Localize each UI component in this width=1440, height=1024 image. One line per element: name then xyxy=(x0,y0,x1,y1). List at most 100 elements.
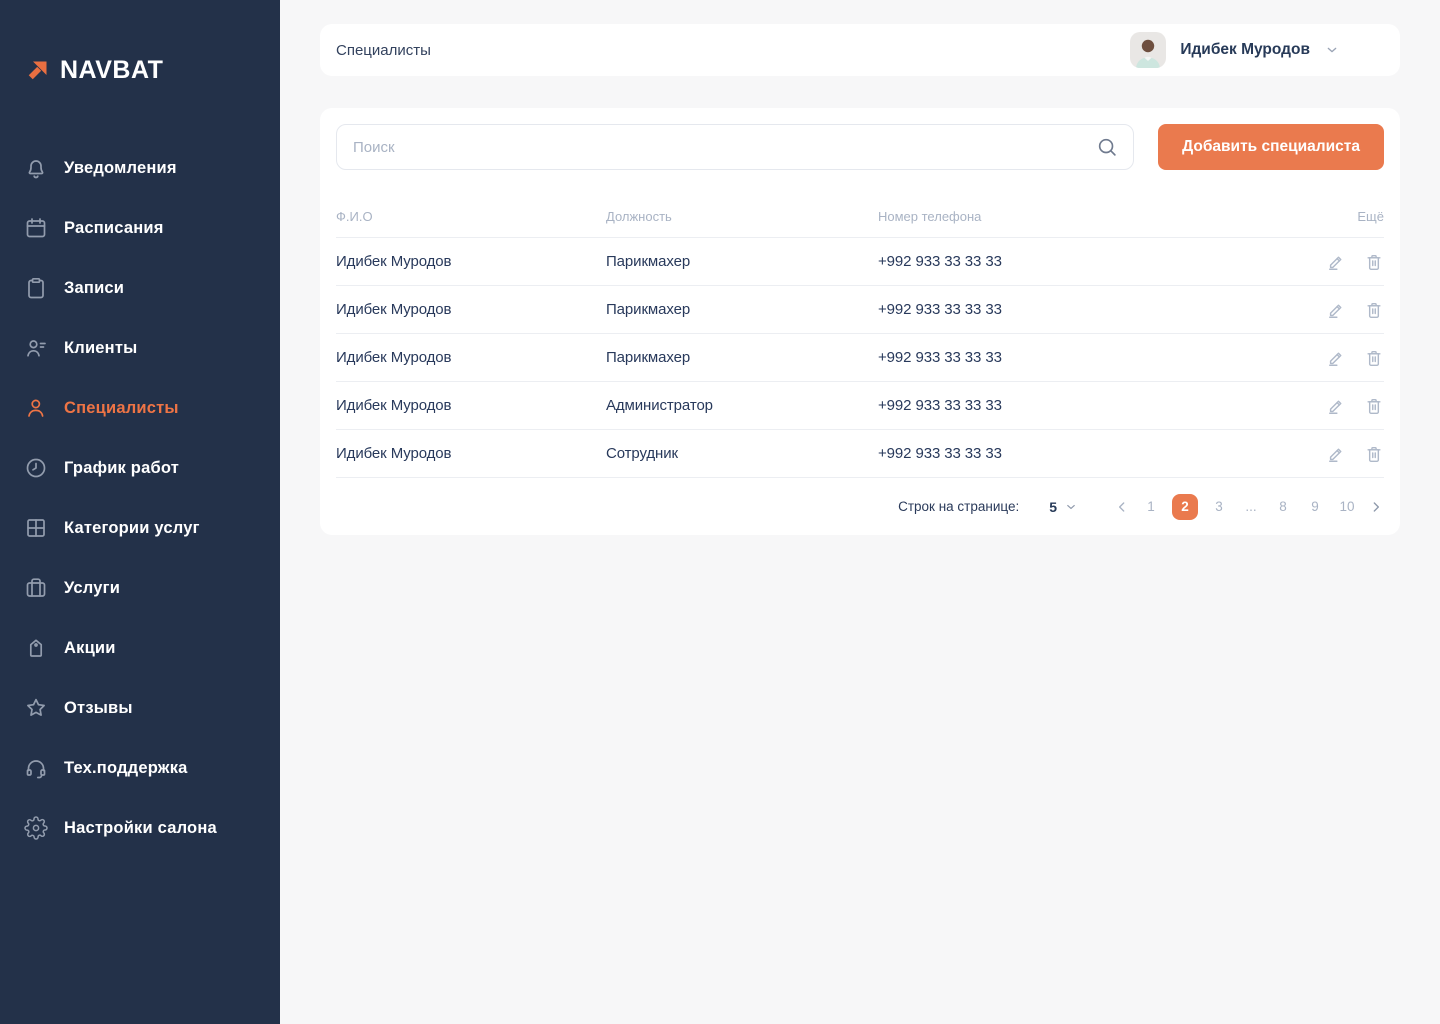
table-row: Идибек МуродовПарикмахер+992 933 33 33 3… xyxy=(336,334,1384,382)
page-button-3[interactable]: 3 xyxy=(1208,494,1230,520)
sidebar-item-label: Тех.поддержка xyxy=(64,759,188,778)
clock-icon xyxy=(24,456,48,480)
table-row: Идибек МуродовСотрудник+992 933 33 33 33 xyxy=(336,430,1384,478)
cell-name: Идибек Муродов xyxy=(336,253,606,270)
sidebar-item-reviews[interactable]: Отзывы xyxy=(0,678,280,738)
edit-icon[interactable] xyxy=(1326,396,1346,416)
page-button-10[interactable]: 10 xyxy=(1336,494,1358,520)
rows-per-page-label: Строк на странице: xyxy=(898,499,1019,514)
sidebar-item-label: Клиенты xyxy=(64,339,137,358)
page-button-1[interactable]: 1 xyxy=(1140,494,1162,520)
cell-phone: +992 933 33 33 33 xyxy=(878,349,1294,366)
gear-icon xyxy=(24,816,48,840)
sidebar-item-notifications[interactable]: Уведомления xyxy=(0,138,280,198)
table-footer: Строк на странице: 5 123... 89 10 xyxy=(336,478,1384,535)
cell-name: Идибек Муродов xyxy=(336,301,606,318)
prev-page-icon[interactable] xyxy=(1114,499,1130,515)
row-actions xyxy=(1294,300,1384,320)
headset-icon xyxy=(24,756,48,780)
clients-icon xyxy=(24,336,48,360)
search-field xyxy=(336,124,1134,170)
user-menu[interactable]: Идибек Муродов xyxy=(1130,32,1340,68)
user-icon xyxy=(24,396,48,420)
cell-name: Идибек Муродов xyxy=(336,445,606,462)
cell-phone: +992 933 33 33 33 xyxy=(878,301,1294,318)
chevron-down-icon xyxy=(1324,42,1340,58)
table-row: Идибек МуродовПарикмахер+992 933 33 33 3… xyxy=(336,238,1384,286)
page-title: Специалисты xyxy=(336,42,431,59)
sidebar-item-records[interactable]: Записи xyxy=(0,258,280,318)
edit-icon[interactable] xyxy=(1326,300,1346,320)
sidebar-item-services[interactable]: Услуги xyxy=(0,558,280,618)
sidebar-item-label: Акции xyxy=(64,639,116,658)
column-header: Ф.И.О xyxy=(336,209,606,224)
page-button-9[interactable]: 9 xyxy=(1304,494,1326,520)
toolbar: Добавить специалиста xyxy=(336,124,1384,170)
delete-icon[interactable] xyxy=(1364,348,1384,368)
chevron-down-icon xyxy=(1064,500,1078,514)
search-input[interactable] xyxy=(336,124,1134,170)
sidebar-item-label: Настройки салона xyxy=(64,819,217,838)
logo-arrow-icon xyxy=(24,57,51,84)
cell-phone: +992 933 33 33 33 xyxy=(878,397,1294,414)
rows-per-page-select[interactable]: 5 xyxy=(1049,499,1078,515)
cell-phone: +992 933 33 33 33 xyxy=(878,445,1294,462)
page-button-2[interactable]: 2 xyxy=(1172,494,1198,520)
delete-icon[interactable] xyxy=(1364,300,1384,320)
grid-icon xyxy=(24,516,48,540)
rows-per-page-value: 5 xyxy=(1049,499,1057,515)
delete-icon[interactable] xyxy=(1364,252,1384,272)
add-specialist-button[interactable]: Добавить специалиста xyxy=(1158,124,1384,170)
sidebar: NAVBAT Уведомления Расписания Записи Клиент… xyxy=(0,0,280,1024)
sidebar-item-label: Услуги xyxy=(64,579,120,598)
sidebar-item-label: Записи xyxy=(64,279,124,298)
logo[interactable]: NAVBAT xyxy=(0,0,280,85)
table-header: Ф.И.ОДолжностьНомер телефонаЕщё xyxy=(336,196,1384,238)
row-actions xyxy=(1294,252,1384,272)
sidebar-item-label: Расписания xyxy=(64,219,164,238)
calendar-icon xyxy=(24,216,48,240)
edit-icon[interactable] xyxy=(1326,444,1346,464)
sidebar-item-work-schedule[interactable]: График работ xyxy=(0,438,280,498)
sidebar-item-support[interactable]: Тех.поддержка xyxy=(0,738,280,798)
sidebar-item-schedules[interactable]: Расписания xyxy=(0,198,280,258)
avatar xyxy=(1130,32,1166,68)
delete-icon[interactable] xyxy=(1364,444,1384,464)
table-row: Идибек МуродовАдминистратор+992 933 33 3… xyxy=(336,382,1384,430)
star-icon xyxy=(24,696,48,720)
sidebar-item-label: Специалисты xyxy=(64,399,179,418)
sidebar-item-service-categories[interactable]: Категории услуг xyxy=(0,498,280,558)
bell-icon xyxy=(24,156,48,180)
edit-icon[interactable] xyxy=(1326,348,1346,368)
cell-name: Идибек Муродов xyxy=(336,397,606,414)
row-actions xyxy=(1294,348,1384,368)
sidebar-item-specialists[interactable]: Специалисты xyxy=(0,378,280,438)
tag-icon xyxy=(24,636,48,660)
briefcase-icon xyxy=(24,576,48,600)
clipboard-icon xyxy=(24,276,48,300)
cell-position: Сотрудник xyxy=(606,445,878,462)
sidebar-menu: Уведомления Расписания Записи Клиенты Специа… xyxy=(0,138,280,858)
edit-icon[interactable] xyxy=(1326,252,1346,272)
app-root: NAVBAT Уведомления Расписания Записи Клиент… xyxy=(0,0,1440,1024)
main-content: Специалисты Идибек Муродов Доб xyxy=(280,0,1440,1024)
cell-name: Идибек Муродов xyxy=(336,349,606,366)
cell-phone: +992 933 33 33 33 xyxy=(878,253,1294,270)
sidebar-item-salon-settings[interactable]: Настройки салона xyxy=(0,798,280,858)
page-button-8[interactable]: 8 xyxy=(1272,494,1294,520)
pagination: 123... 89 10 xyxy=(1114,494,1384,520)
row-actions xyxy=(1294,396,1384,416)
logo-text: NAVBAT xyxy=(60,56,163,85)
cell-position: Парикмахер xyxy=(606,349,878,366)
user-name: Идибек Муродов xyxy=(1180,41,1310,59)
sidebar-item-clients[interactable]: Клиенты xyxy=(0,318,280,378)
search-icon xyxy=(1096,136,1118,158)
table-row: Идибек МуродовПарикмахер+992 933 33 33 3… xyxy=(336,286,1384,334)
cell-position: Парикмахер xyxy=(606,253,878,270)
delete-icon[interactable] xyxy=(1364,396,1384,416)
row-actions xyxy=(1294,444,1384,464)
next-page-icon[interactable] xyxy=(1368,499,1384,515)
pagination-ellipsis: ... xyxy=(1240,494,1262,520)
column-header: Номер телефона xyxy=(878,209,1294,224)
sidebar-item-promotions[interactable]: Акции xyxy=(0,618,280,678)
